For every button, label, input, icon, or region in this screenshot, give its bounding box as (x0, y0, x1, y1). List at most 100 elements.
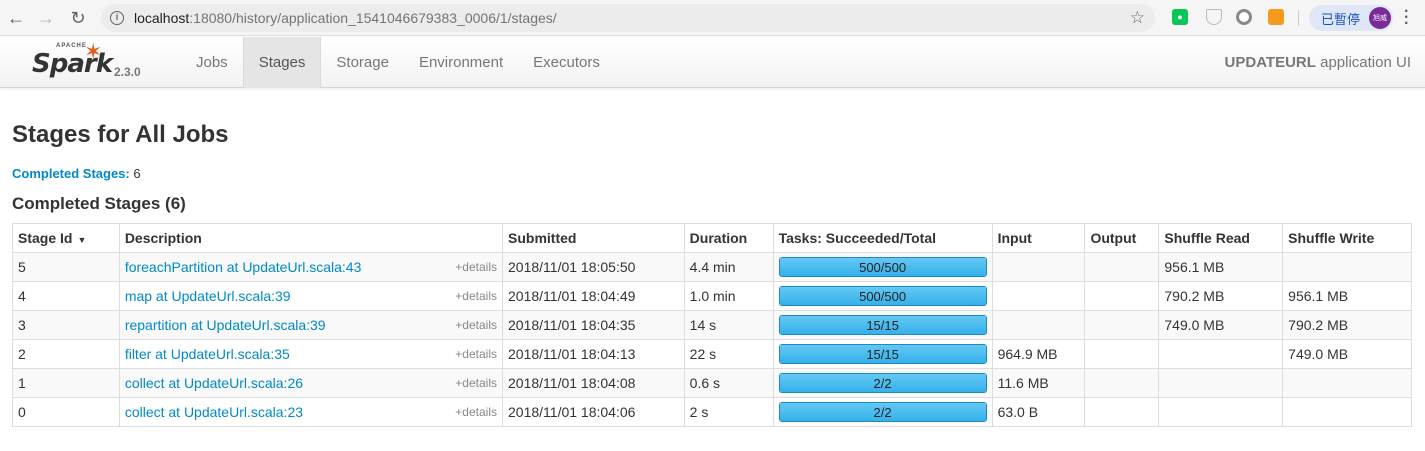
cell-input: 11.6 MB (991, 368, 1086, 398)
cell-submitted: 2018/11/01 18:04:08 (502, 368, 685, 398)
cell-submitted: 2018/11/01 18:05:50 (502, 252, 685, 282)
header-stage-id[interactable]: Stage Id ▼ (12, 223, 120, 253)
stage-description-link[interactable]: foreachPartition at UpdateUrl.scala:43 (125, 259, 362, 275)
details-toggle[interactable]: +details (455, 260, 497, 274)
tasks-progress-bar: 500/500 (778, 286, 987, 306)
header-shuffle-write[interactable]: Shuffle Write (1282, 223, 1412, 253)
cell-submitted: 2018/11/01 18:04:06 (502, 397, 685, 427)
stage-description-link[interactable]: map at UpdateUrl.scala:39 (125, 288, 291, 304)
cell-submitted: 2018/11/01 18:04:13 (502, 339, 685, 369)
stage-description-link[interactable]: filter at UpdateUrl.scala:35 (125, 346, 290, 362)
stages-table-body: 5 foreachPartition at UpdateUrl.scala:43 +… (12, 252, 1412, 427)
stage-description-link[interactable]: collect at UpdateUrl.scala:23 (125, 404, 303, 420)
browser-toolbar: ← → ↻ i localhost:18080/history/applicat… (0, 0, 1425, 36)
progress-text: 500/500 (859, 289, 907, 304)
url-path: :18080/history/application_1541046679383… (189, 10, 557, 26)
header-output[interactable]: Output (1084, 223, 1160, 253)
stage-description-link[interactable]: repartition at UpdateUrl.scala:39 (125, 317, 326, 333)
cell-shuffle-read (1158, 397, 1284, 427)
cell-shuffle-read: 790.2 MB (1158, 281, 1284, 311)
spark-logo[interactable]: APACHE Spark ✶ 2.3.0 (32, 39, 144, 83)
completed-stages-link[interactable]: Completed Stages: (12, 166, 130, 181)
table-row: 3 repartition at UpdateUrl.scala:39 +detai… (12, 310, 1412, 340)
stage-description-link[interactable]: collect at UpdateUrl.scala:26 (125, 375, 303, 391)
cell-submitted: 2018/11/01 18:04:49 (502, 281, 685, 311)
cell-stage-id: 4 (12, 281, 120, 311)
progress-text: 2/2 (873, 376, 892, 391)
line-extension-icon[interactable]: ● (1172, 9, 1188, 25)
cell-input (991, 252, 1086, 282)
address-bar[interactable]: i localhost:18080/history/application_15… (101, 4, 1155, 32)
nav-tabs: Jobs Stages Storage Environment Executor… (181, 37, 615, 88)
tab-environment[interactable]: Environment (404, 37, 518, 88)
sort-down-icon: ▼ (77, 235, 87, 245)
cell-shuffle-read: 956.1 MB (1158, 252, 1284, 282)
tab-stages[interactable]: Stages (242, 37, 322, 88)
cell-duration: 2 s (683, 397, 774, 427)
cell-stage-id: 2 (12, 339, 120, 369)
bookmark-star-icon[interactable]: ☆ (1130, 8, 1145, 28)
table-row: 2 filter at UpdateUrl.scala:35 +details 201… (12, 339, 1412, 369)
avatar: 旭威 (1369, 7, 1391, 29)
cell-output (1084, 252, 1160, 282)
cell-output (1084, 397, 1160, 427)
section-title[interactable]: Completed Stages (6) (12, 194, 186, 214)
details-toggle[interactable]: +details (455, 347, 497, 361)
cell-duration: 22 s (683, 339, 774, 369)
cell-shuffle-read: 749.0 MB (1158, 310, 1284, 340)
cell-tasks: 15/15 (772, 339, 993, 369)
orange-extension-icon[interactable] (1268, 9, 1284, 25)
cell-shuffle-write: 790.2 MB (1282, 310, 1412, 340)
details-toggle[interactable]: +details (455, 376, 497, 390)
tasks-progress-bar: 15/15 (778, 315, 987, 335)
header-duration[interactable]: Duration (683, 223, 774, 253)
forward-arrow-icon[interactable]: → (36, 8, 56, 28)
table-row: 0 collect at UpdateUrl.scala:23 +details 20… (12, 397, 1412, 427)
tasks-progress-bar: 2/2 (778, 373, 987, 393)
header-shuffle-read[interactable]: Shuffle Read (1158, 223, 1284, 253)
progress-text: 15/15 (866, 347, 899, 362)
details-toggle[interactable]: +details (455, 318, 497, 332)
header-input[interactable]: Input (991, 223, 1086, 253)
cell-shuffle-write: 749.0 MB (1282, 339, 1412, 369)
cell-shuffle-write (1282, 397, 1412, 427)
spark-star-icon: ✶ (84, 39, 103, 64)
info-icon[interactable]: i (110, 11, 124, 25)
back-arrow-icon[interactable]: ← (6, 8, 26, 28)
progress-text: 2/2 (873, 405, 892, 420)
stages-table: Stage Id ▼ Description Submitted Duration… (12, 223, 1412, 427)
cell-description: collect at UpdateUrl.scala:26 +details (118, 368, 504, 398)
header-submitted[interactable]: Submitted (502, 223, 685, 253)
details-toggle[interactable]: +details (455, 405, 497, 419)
stage-summary: Completed Stages: 6 (12, 166, 141, 181)
cell-duration: 1.0 min (683, 281, 774, 311)
cell-output (1084, 310, 1160, 340)
spark-version: 2.3.0 (114, 65, 141, 79)
header-tasks[interactable]: Tasks: Succeeded/Total (772, 223, 993, 253)
cell-shuffle-write (1282, 252, 1412, 282)
details-toggle[interactable]: +details (455, 289, 497, 303)
tasks-progress-bar: 15/15 (778, 344, 987, 364)
cell-output (1084, 339, 1160, 369)
profile-button[interactable]: 已暫停 旭威 (1309, 5, 1393, 31)
circle-extension-icon[interactable] (1236, 9, 1252, 25)
header-description[interactable]: Description (118, 223, 504, 253)
cell-submitted: 2018/11/01 18:04:35 (502, 310, 685, 340)
cell-input (991, 310, 1086, 340)
cell-shuffle-read (1158, 368, 1284, 398)
table-row: 5 foreachPartition at UpdateUrl.scala:43 +… (12, 252, 1412, 282)
browser-menu-icon[interactable]: · · · (1404, 4, 1409, 32)
cell-shuffle-write (1282, 368, 1412, 398)
tab-jobs[interactable]: Jobs (181, 37, 243, 88)
reload-icon[interactable]: ↻ (68, 8, 88, 28)
shield-extension-icon[interactable] (1206, 9, 1222, 25)
cell-input: 63.0 B (991, 397, 1086, 427)
cell-shuffle-read (1158, 339, 1284, 369)
cell-description: map at UpdateUrl.scala:39 +details (118, 281, 504, 311)
app-name: UPDATEURL (1224, 54, 1316, 71)
cell-duration: 0.6 s (683, 368, 774, 398)
tab-executors[interactable]: Executors (518, 37, 615, 88)
progress-text: 15/15 (866, 318, 899, 333)
url-text[interactable]: localhost:18080/history/application_1541… (134, 10, 557, 26)
tab-storage[interactable]: Storage (321, 37, 404, 88)
